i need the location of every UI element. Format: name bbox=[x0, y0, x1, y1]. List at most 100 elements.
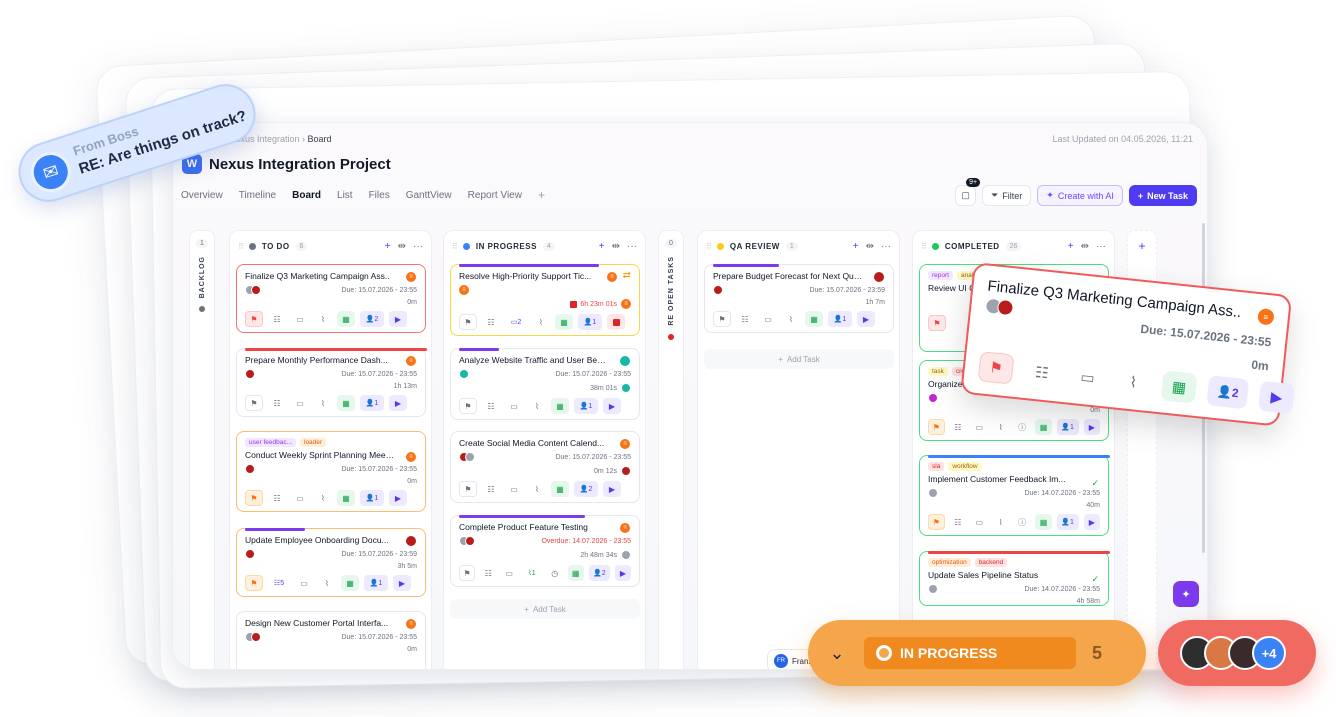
flag-icon[interactable]: ⚑ bbox=[928, 315, 946, 331]
play-icon[interactable]: ▶ bbox=[603, 398, 621, 414]
paperclip-icon[interactable]: ⌇ bbox=[314, 311, 332, 327]
task-card[interactable]: Update Employee Onboarding Docu... Due: … bbox=[236, 528, 426, 597]
comment-icon[interactable]: ▭ bbox=[501, 565, 517, 581]
more-icon[interactable]: ··· bbox=[413, 241, 423, 252]
play-icon[interactable]: ▶ bbox=[389, 395, 407, 411]
add-icon[interactable]: + bbox=[853, 241, 859, 252]
flag-icon[interactable]: ⚑ bbox=[245, 490, 263, 506]
more-members-badge[interactable]: +4 bbox=[1252, 636, 1286, 670]
checklist-icon[interactable]: ☷ bbox=[950, 514, 966, 530]
task-card[interactable]: Complete Product Feature Testing ≡ Overd… bbox=[450, 515, 640, 587]
play-icon[interactable]: ▶ bbox=[1083, 514, 1101, 530]
attachments-button[interactable]: ⌇ 1 bbox=[522, 565, 542, 581]
flag-icon[interactable]: ⚑ bbox=[245, 395, 263, 411]
add-tab-icon[interactable]: + bbox=[538, 188, 545, 202]
calendar-icon[interactable]: ▦ bbox=[1160, 370, 1198, 404]
comment-icon[interactable]: ▭ bbox=[291, 395, 309, 411]
subtasks-button[interactable]: ☷ 5 bbox=[268, 575, 290, 591]
flag-icon[interactable]: ⚑ bbox=[459, 565, 476, 581]
calendar-icon[interactable]: ▦ bbox=[337, 311, 355, 327]
drag-handle-icon[interactable]: ⠿ bbox=[921, 242, 927, 251]
tab-timeline[interactable]: Timeline bbox=[239, 190, 276, 202]
task-card[interactable]: Analyze Website Traffic and User Beha...… bbox=[450, 348, 640, 420]
add-column-icon[interactable]: + bbox=[1138, 239, 1145, 253]
ai-assistant-button[interactable]: ✦ bbox=[1173, 581, 1199, 607]
drag-handle-icon[interactable]: ⠿ bbox=[238, 242, 244, 251]
more-icon[interactable]: ··· bbox=[1096, 241, 1106, 252]
more-icon[interactable]: ··· bbox=[881, 241, 891, 252]
assignees-button[interactable]: 👤 2 bbox=[588, 565, 610, 581]
paperclip-icon[interactable]: ⌇ bbox=[528, 398, 546, 414]
calendar-icon[interactable]: ▦ bbox=[551, 398, 569, 414]
new-task-button[interactable]: + New Task bbox=[1128, 185, 1197, 206]
drag-handle-icon[interactable]: ⠿ bbox=[452, 242, 458, 251]
play-icon[interactable]: ▶ bbox=[857, 311, 875, 327]
collapse-icon[interactable]: ⇹ bbox=[866, 241, 874, 252]
flag-icon[interactable]: ⚑ bbox=[245, 311, 263, 327]
paperclip-icon[interactable]: ⌇ bbox=[318, 575, 336, 591]
reopen-column[interactable]: 0 RE OPEN TASKS bbox=[658, 230, 684, 669]
flag-icon[interactable]: ⚑ bbox=[459, 314, 477, 330]
comment-icon[interactable]: ▭ bbox=[971, 419, 987, 435]
comment-icon[interactable]: ▭ bbox=[291, 490, 309, 506]
comment-icon[interactable]: ▭ bbox=[759, 311, 777, 327]
checklist-icon[interactable]: ☷ bbox=[736, 311, 754, 327]
paperclip-icon[interactable]: ⌇ bbox=[782, 311, 800, 327]
backlog-column[interactable]: 1 BACKLOG bbox=[189, 230, 215, 669]
checklist-icon[interactable]: ☷ bbox=[268, 490, 286, 506]
task-card[interactable]: Prepare Monthly Performance Dash... ≡ Du… bbox=[236, 348, 427, 417]
add-task-button[interactable]: + Add Task bbox=[450, 599, 640, 619]
calendar-icon[interactable]: ▦ bbox=[1035, 419, 1052, 435]
play-icon[interactable]: ▶ bbox=[603, 481, 621, 497]
calendar-icon[interactable]: ▦ bbox=[1035, 514, 1052, 530]
collapse-icon[interactable]: ⇹ bbox=[1081, 241, 1089, 252]
paperclip-icon[interactable]: ⌇ bbox=[528, 481, 546, 497]
task-card[interactable]: Create Social Media Content Calend... ≡ … bbox=[450, 431, 640, 503]
checklist-icon[interactable]: ☷ bbox=[480, 565, 496, 581]
comment-icon[interactable]: ▭ bbox=[505, 481, 523, 497]
collapse-icon[interactable]: ⇹ bbox=[612, 241, 620, 252]
flag-icon[interactable]: ⚑ bbox=[459, 481, 477, 497]
repeat-icon[interactable]: ⇄ bbox=[623, 270, 631, 281]
add-icon[interactable]: + bbox=[599, 241, 605, 252]
assignees-button[interactable]: 👤 1 bbox=[1056, 514, 1079, 530]
task-card[interactable]: Resolve High-Priority Support Tic... ≡ ⇄… bbox=[450, 264, 640, 336]
tab-list[interactable]: List bbox=[337, 190, 353, 202]
paperclip-icon[interactable]: ⌇ bbox=[314, 490, 332, 506]
paperclip-icon[interactable]: ⌇ bbox=[1115, 366, 1152, 399]
tab-files[interactable]: Files bbox=[369, 190, 390, 202]
play-icon[interactable]: ▶ bbox=[615, 565, 631, 581]
comment-icon[interactable]: ▭ bbox=[291, 311, 309, 327]
status-group-bar[interactable]: ⌄ IN PROGRESS 5 bbox=[808, 620, 1146, 686]
assignees-button[interactable]: 👤 1 bbox=[360, 490, 384, 506]
calendar-icon[interactable]: ▦ bbox=[805, 311, 823, 327]
notifications-button[interactable]: ▢ 9+ bbox=[955, 178, 981, 206]
paperclip-icon[interactable]: ⌇ bbox=[992, 419, 1008, 435]
flag-icon[interactable]: ⚑ bbox=[928, 514, 945, 530]
stop-timer-button[interactable] bbox=[607, 314, 625, 330]
play-icon[interactable]: ▶ bbox=[1083, 419, 1101, 435]
assignees-button[interactable]: 👤 1 bbox=[360, 395, 384, 411]
calendar-icon[interactable]: ▦ bbox=[337, 490, 355, 506]
clock-icon[interactable]: ◷ bbox=[547, 565, 563, 581]
flag-icon[interactable]: ⚑ bbox=[713, 311, 731, 327]
task-card[interactable]: user feedbac... loader Conduct Weekly Sp… bbox=[236, 431, 426, 512]
flag-icon[interactable]: ⚑ bbox=[459, 398, 477, 414]
paperclip-icon[interactable]: ⌇ bbox=[314, 395, 332, 411]
task-card[interactable]: optimization backend Update Sales Pipeli… bbox=[919, 551, 1110, 606]
tab-report-view[interactable]: Report View bbox=[468, 190, 522, 202]
flag-icon[interactable]: ⚑ bbox=[928, 419, 945, 435]
comment-icon[interactable]: ▭ bbox=[971, 514, 987, 530]
calendar-icon[interactable]: ▦ bbox=[337, 395, 355, 411]
comment-icon[interactable]: ▭ bbox=[1069, 361, 1106, 394]
checklist-icon[interactable]: ☷ bbox=[482, 314, 500, 330]
checklist-icon[interactable]: ☷ bbox=[268, 395, 286, 411]
play-icon[interactable]: ▶ bbox=[1258, 380, 1295, 415]
task-card[interactable]: Design New Customer Portal Interfa... ≡ … bbox=[236, 611, 426, 669]
assignees-button[interactable]: 👤 1 bbox=[574, 398, 598, 414]
tab-board[interactable]: Board bbox=[292, 190, 321, 202]
team-avatars[interactable]: +4 bbox=[1158, 620, 1316, 686]
checklist-icon[interactable]: ☷ bbox=[482, 398, 500, 414]
status-pill[interactable]: IN PROGRESS bbox=[864, 637, 1076, 669]
more-icon[interactable]: ··· bbox=[627, 241, 637, 252]
